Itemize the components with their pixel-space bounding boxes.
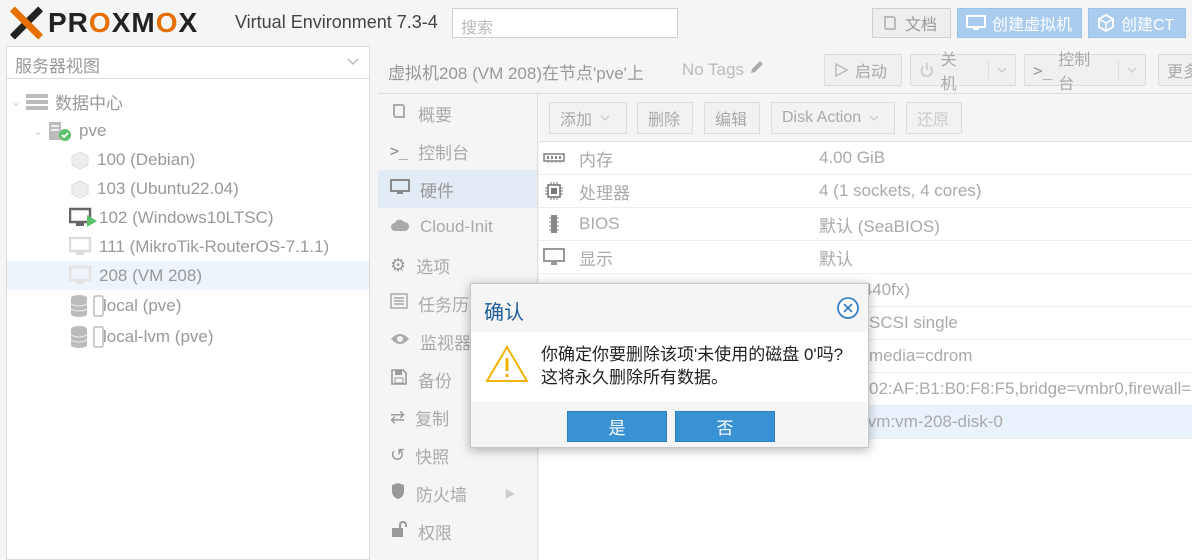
dialog-message: 你确定你要删除该项'未使用的磁盘 0'吗? 这将永久删除所有数据。 xyxy=(541,343,843,389)
dialog-title: 确认 xyxy=(484,302,524,324)
close-icon[interactable] xyxy=(836,296,860,320)
modal-mask xyxy=(0,0,1192,560)
dialog-message-line2: 这将永久删除所有数据。 xyxy=(541,368,728,387)
warning-icon xyxy=(485,345,529,382)
dialog-header[interactable]: 确认 xyxy=(471,284,868,332)
no-button[interactable]: 否 xyxy=(675,411,775,442)
dialog-body: 你确定你要删除该项'未使用的磁盘 0'吗? 这将永久删除所有数据。 xyxy=(471,332,868,402)
dialog-footer: 是 否 xyxy=(471,402,868,447)
yes-button[interactable]: 是 xyxy=(567,411,667,442)
dialog-message-line1: 你确定你要删除该项'未使用的磁盘 0'吗? xyxy=(541,345,844,364)
confirm-dialog: 确认 你确定你要删除该项'未使用的磁盘 0'吗? 这将永久删除所有数据。 是 否 xyxy=(470,283,869,448)
